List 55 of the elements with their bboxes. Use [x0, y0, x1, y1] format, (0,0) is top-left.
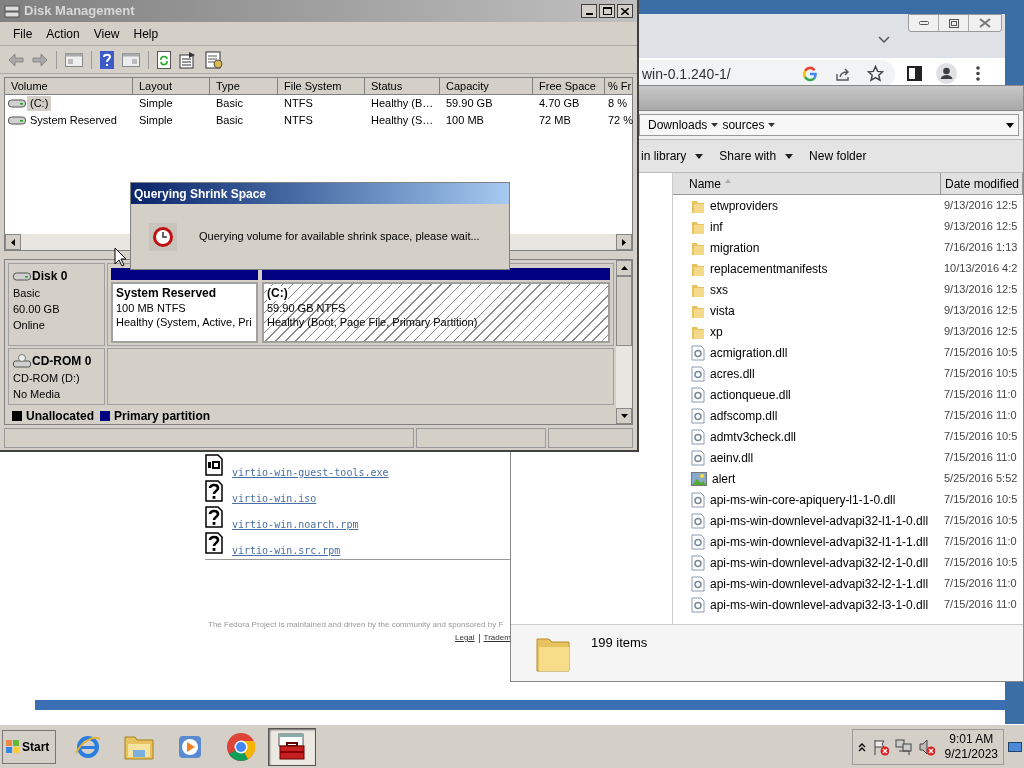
date-modified: 7/15/2016 10:5 — [943, 345, 1018, 361]
partition-name: System Reserved — [116, 286, 217, 301]
date-modified: 9/13/2016 12:5 — [943, 219, 1018, 235]
item-count: 199 items — [591, 634, 648, 652]
date-modified: 7/15/2016 11:0 — [943, 450, 1017, 466]
disk-detail: No Media — [13, 387, 62, 402]
dialog-message: Querying volume for available shrink space, please wait... — [199, 229, 480, 245]
date-modified: 7/15/2016 11:0 — [943, 534, 1017, 550]
partition-status: Healthy (System, Active, Pri — [116, 315, 252, 329]
disk-name: CD-ROM 0 — [32, 353, 92, 370]
table-cell-text: 8 % — [607, 96, 628, 112]
table-cell-text: NTFS — [283, 113, 314, 129]
table-cell-text: 59.90 GB — [445, 96, 494, 112]
date-modified: 7/15/2016 10:5 — [943, 555, 1018, 571]
url-text: win-0.1.240-1/ — [642, 64, 731, 84]
table-cell-text: 72 % — [607, 113, 635, 129]
partition-status: Healthy (Boot, Page File, Primary Partition) — [267, 315, 478, 329]
table-cell-text: 100 MB — [445, 113, 485, 129]
date-modified: 7/15/2016 10:5 — [943, 366, 1018, 382]
partition-size: 59.90 GB NTFS — [267, 301, 346, 315]
date-modified: 9/13/2016 12:5 — [943, 282, 1018, 298]
window-title: Disk Management — [24, 2, 135, 21]
partition-size: 100 MB NTFS — [116, 301, 186, 315]
date-modified: 7/15/2016 10:5 — [943, 492, 1018, 508]
table-cell-text: Healthy (B… — [370, 96, 435, 112]
table-cell-text: Simple — [138, 96, 174, 112]
date-modified: 7/15/2016 10:5 — [943, 429, 1018, 445]
table-cell-text: 4.70 GB — [538, 96, 581, 112]
date-modified: 9/13/2016 12:5 — [943, 303, 1018, 319]
table-cell-text: Basic — [215, 113, 244, 129]
table-cell-text: NTFS — [283, 96, 314, 112]
disk-name: Disk 0 — [32, 268, 68, 285]
date-modified: 7/15/2016 10:5 — [943, 513, 1018, 529]
table-cell-text: Healthy (S… — [370, 113, 435, 129]
table-cell-text: Simple — [138, 113, 174, 129]
date-modified: 5/25/2016 5:52 — [943, 471, 1018, 487]
legend-label: Unallocated — [26, 407, 94, 425]
disk-detail: 60.00 GB — [13, 302, 61, 317]
disk-detail: CD-ROM (D:) — [13, 371, 81, 386]
table-cell-text: 72 MB — [538, 113, 572, 129]
date-modified: 7/16/2016 1:13 — [943, 240, 1018, 256]
partition-name: (C:) — [267, 286, 288, 301]
table-cell-text: Basic — [215, 96, 244, 112]
date-modified: 7/15/2016 11:0 — [943, 387, 1017, 403]
legend-label: Primary partition — [114, 407, 211, 425]
date-modified: 7/15/2016 11:0 — [943, 576, 1017, 592]
date-modified: 7/15/2016 11:0 — [943, 597, 1017, 613]
dialog-title: Querying Shrink Space — [134, 185, 267, 203]
disk-detail: Online — [13, 318, 46, 333]
date-modified: 9/13/2016 12:5 — [943, 198, 1018, 214]
date-modified: 9/13/2016 12:5 — [943, 324, 1018, 340]
footer-text: The Fedora Project is maintained and driven by the community and sponsored by F — [208, 619, 504, 631]
date-modified: 7/15/2016 11:0 — [943, 408, 1017, 424]
date-modified: 10/13/2016 4:2 — [943, 261, 1018, 277]
disk-detail: Basic — [13, 286, 41, 301]
